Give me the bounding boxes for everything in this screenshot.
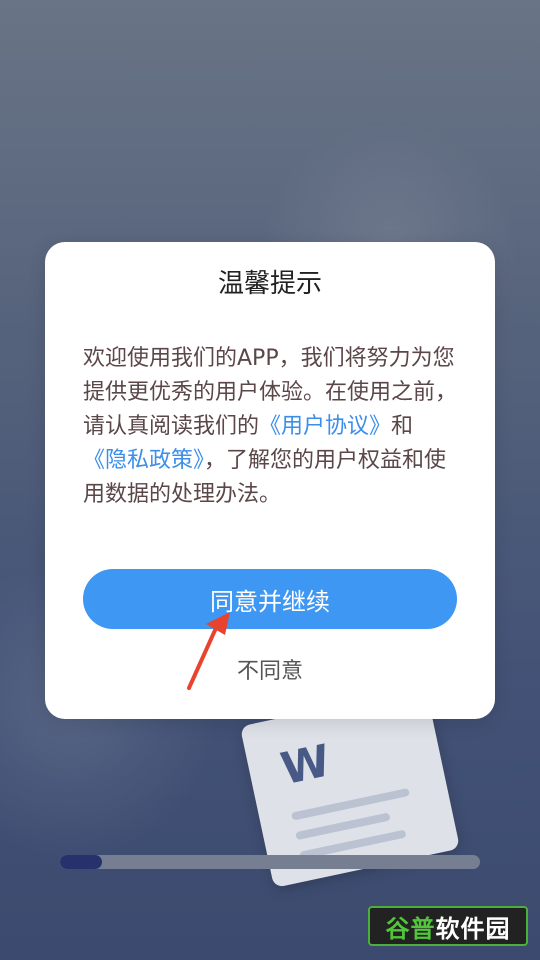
watermark-text: 软件园 (435, 914, 511, 943)
user-agreement-link[interactable]: 《用户协议》 (259, 414, 391, 439)
red-pointer-arrow-icon (187, 612, 230, 690)
site-watermark-logo: 谷普 软件园 (368, 906, 528, 946)
dialog-body: 欢迎使用我们的APP，我们将努力为您提供更优秀的用户体验。在使用之前，请认真阅读… (83, 342, 457, 512)
watermark-text: 谷普 (385, 914, 436, 943)
privacy-notice-dialog: 温馨提示 欢迎使用我们的APP，我们将努力为您提供更优秀的用户体验。在使用之前，… (45, 242, 495, 719)
dialog-title: 温馨提示 (217, 269, 322, 299)
agree-continue-button[interactable]: 同意并继续 (83, 569, 457, 629)
privacy-policy-link[interactable]: 《隐私政策》 (83, 448, 204, 473)
dialog-body-text: 和 (391, 414, 414, 439)
disagree-button[interactable]: 不同意 (45, 654, 495, 690)
